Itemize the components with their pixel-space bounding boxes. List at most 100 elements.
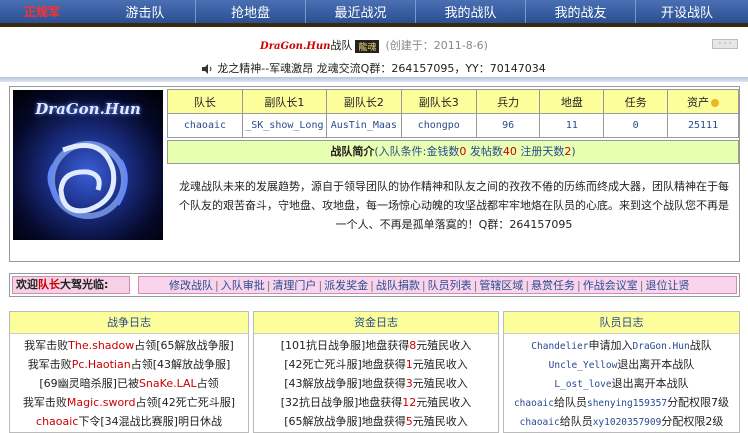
members-log-entry: chaoaic给队员shenying159357分配权限7级 [504,393,739,412]
team-avatar: DraGon.Hun [13,90,163,240]
funds-log-server: [101抗日战争服]地盘获得 [280,339,410,352]
funds-log-entry: [43解放战争服]地盘获得3元殖民收入 [254,374,498,393]
war-log-entry: 我军击败The.shadow占领[65解放战争服] [10,336,248,355]
action-war-room[interactable]: 作战会议室 [583,277,638,293]
members-log-action: 给队员 [553,396,587,409]
war-log-suffix: 占领 [196,377,219,390]
members-log-user[interactable]: chaoaic [514,398,554,409]
header-vice2: 副队长2 [325,89,402,114]
war-log-team[interactable]: SnaKe.LAL [139,377,197,390]
members-log-suffix: 战队 [689,339,712,352]
members-log-user[interactable]: Uncle_Yellow [549,360,618,371]
action-bar: 欢迎队长大驾光临: 修改战队 | 入队审批 | 清理门户 | 派发奖金 | 战队捐款 | … [9,273,740,297]
nav-create-team[interactable]: 开设战队 [636,0,738,23]
war-log-suffix: 占领[65解放战争服] [134,339,234,352]
action-bounty[interactable]: 悬赏任务 [531,277,575,293]
team-badge-icon: 龍魂 [355,39,380,53]
war-log-prefix: [69幽灵暗杀服]已被 [39,377,139,390]
action-separator: | [215,278,219,292]
team-suffix: 战队 [330,39,353,52]
war-log-prefix: 我军击败 [22,396,67,409]
troops-value: 96 [475,113,541,138]
funds-log-entry: [101抗日战争服]地盘获得8元殖民收入 [254,336,498,355]
avatar-logo-text: DraGon.Hun [35,100,141,118]
members-log-title: 队员日志 [504,312,739,334]
nav-guerrilla[interactable]: 游击队 [95,0,195,23]
funds-log-suffix: 元殖民收入 [412,415,468,428]
action-purge[interactable]: 清理门户 [272,277,316,293]
header-troops: 兵力 [475,89,541,114]
nav-my-comrades[interactable]: 我的战友 [526,0,635,23]
vice1-value[interactable]: _SK_show_Long [241,113,327,138]
intro-header: 战队简介(入队条件:金钱数0 发帖数40 注册天数2) [167,140,739,164]
territory-value: 11 [539,113,605,138]
header-tasks: 任务 [603,89,669,114]
funds-log-entry: [65解放战争服]地盘获得5元殖民收入 [254,412,498,431]
captain-value[interactable]: chaoaic [167,113,243,138]
war-log-team[interactable]: The.shadow [68,339,134,352]
war-log-prefix: 我军击败 [24,339,69,352]
war-log-list: 我军击败The.shadow占领[65解放战争服] 我军击败Pc.Haotian占… [10,334,248,431]
site-logo[interactable]: 正规军 [0,0,95,23]
members-log-user[interactable]: L_ost_love [554,379,611,390]
more-button[interactable]: · · · [712,39,738,49]
action-member-list[interactable]: 队员列表 [428,277,472,293]
action-separator: | [577,278,581,292]
funds-log-list: [101抗日战争服]地盘获得8元殖民收入 [42死亡死斗服]地盘获得1元殖民收入[… [254,334,498,431]
intro-money: 0 [459,145,467,158]
intro-cond-prefix: (入队条件:金钱数 [374,145,460,158]
team-title: DraGon.Hun战队 龍魂 (创建于：2011-8-6) [0,37,748,53]
intro-posts: 40 [502,145,517,158]
action-donate[interactable]: 战队捐款 [376,277,420,293]
divider [0,77,748,82]
top-nav: 正规军 游击队 抢地盘 最近战况 我的战队 我的战友 开设战队 [0,0,748,23]
members-log-action: 退出离开本战队 [617,358,695,371]
members-log-target[interactable]: DraGon.Hun [633,341,690,352]
nav-my-team[interactable]: 我的战队 [416,0,525,23]
members-log-action: 退出离开本战队 [611,377,689,390]
members-log-list: Chandelier申请加入DraGon.Hun战队 Uncle_Yellow退出… [504,334,739,431]
coin-icon [711,98,720,107]
war-log-prefix: 我军击败 [27,358,72,371]
action-separator: | [370,278,374,292]
action-separator: | [473,278,478,292]
speaker-icon [202,64,212,74]
header-captain: 队长 [167,89,243,114]
war-log-entry: 我军击败Magic.sword占领[42死亡死斗服] [10,393,248,412]
action-abdicate[interactable]: 退位让贤 [645,277,689,293]
war-log-team[interactable]: chaoaic [36,415,78,428]
action-jurisdiction[interactable]: 管辖区域 [479,277,523,293]
founded-date: (创建于：2011-8-6) [385,39,488,52]
funds-log-suffix: 元殖民收入 [416,396,472,409]
war-log-team[interactable]: Pc.Haotian [72,358,131,371]
header-vice3: 副队长3 [400,89,477,114]
war-log-team[interactable]: Magic.sword [67,396,136,409]
action-separator: | [525,278,530,292]
members-log-user[interactable]: Chandelier [531,341,588,352]
funds-log-amount: 12 [402,396,417,409]
vice2-value[interactable]: AusTin_Maas [325,113,402,138]
members-log-target[interactable]: xy1020357909 [593,417,662,428]
header-territory: 地盘 [539,89,605,114]
action-separator: | [639,278,644,292]
war-log-entry: 我军击败Pc.Haotian占领[43解放战争服] [10,355,248,374]
funds-log-amount: 3 [405,377,413,390]
action-bonus[interactable]: 派发奖金 [324,277,368,293]
action-edit-team[interactable]: 修改战队 [169,277,213,293]
nav-grab-territory[interactable]: 抢地盘 [196,0,305,23]
team-stats-table: 队长 副队长1 副队长2 副队长3 兵力 地盘 任务 资产 chaoaic _S… [167,89,739,138]
members-log-target[interactable]: shenying159357 [587,398,667,409]
war-log-suffix: 占领[42死亡死斗服] [135,396,236,409]
members-log-entry: Uncle_Yellow退出离开本战队 [504,355,739,374]
funds-log-amount: 5 [405,415,413,428]
members-log: 队员日志 Chandelier申请加入DraGon.Hun战队 Uncle_Yel… [503,311,740,433]
funds-log-entry: [42死亡死斗服]地盘获得1元殖民收入 [254,355,498,374]
members-log-user[interactable]: chaoaic [520,417,560,428]
action-join-approval[interactable]: 入队审批 [221,277,265,293]
funds-log: 资金日志 [101抗日战争服]地盘获得8元殖民收入 [42死亡死斗服]地盘获得1元… [253,311,499,433]
nav-recent-battles[interactable]: 最近战况 [306,0,415,23]
header-assets-label: 资产 [687,95,710,109]
vice3-value[interactable]: chongpo [400,113,477,138]
funds-log-amount: 1 [405,358,413,371]
war-log-title: 战争日志 [10,312,248,334]
